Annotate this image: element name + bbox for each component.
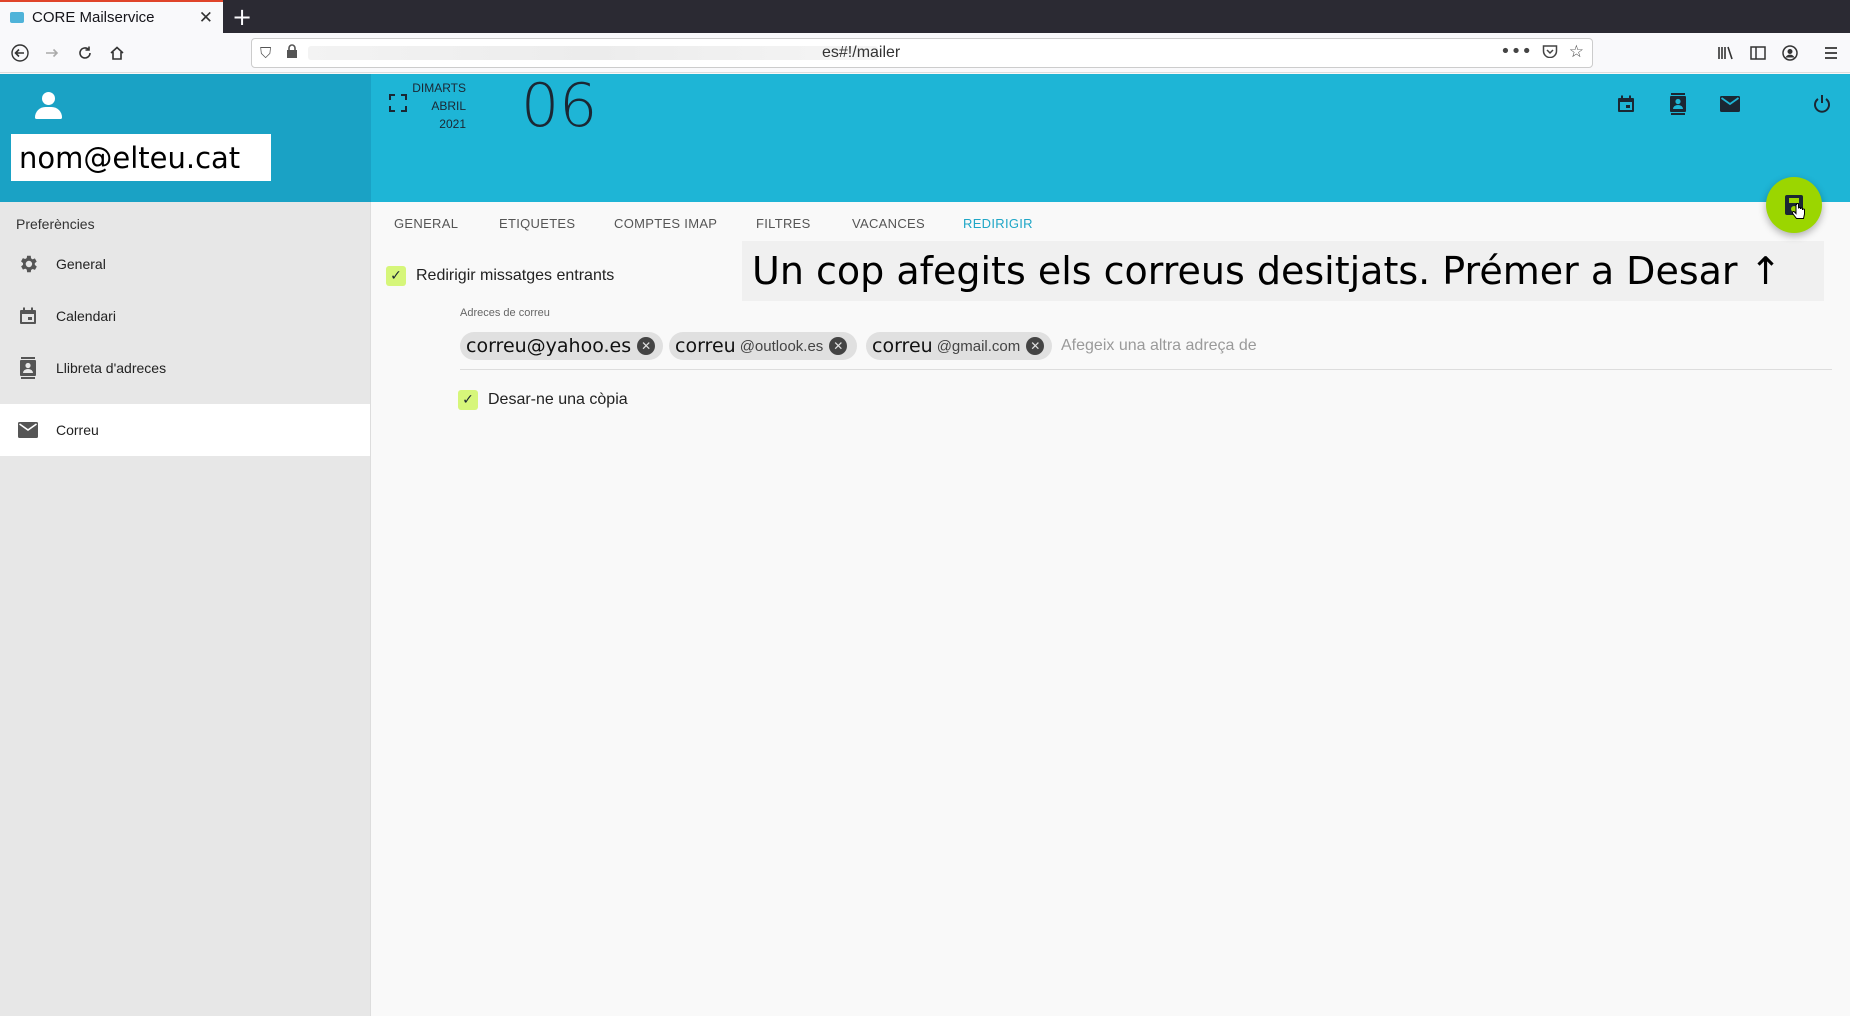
header-calendar-icon[interactable]	[1612, 90, 1640, 118]
sidebar-header: nom@elteu.cat	[0, 74, 371, 202]
sidebar-item-label: Llibreta d'adreces	[56, 360, 167, 376]
forward-enable-label: Redirigir missatges entrants	[416, 267, 615, 284]
tab-vacation[interactable]: VACANCES	[852, 216, 925, 231]
url-bar[interactable]: ⛉ es#!/mailer ••• ☆	[251, 38, 1593, 68]
forward-enable-checkbox[interactable]: ✓	[386, 266, 406, 286]
sidebar-item-calendar[interactable]: Calendari	[0, 290, 370, 342]
app-root: CORE Mailservice ✕ + ⛉ es#!/mailer ••• ☆…	[0, 0, 1850, 1016]
power-icon[interactable]	[1808, 90, 1836, 118]
gear-icon	[16, 252, 40, 276]
tab-forward[interactable]: REDIRIGIR	[963, 216, 1033, 231]
sidebar-item-label: Correu	[56, 422, 99, 438]
user-icon	[34, 92, 62, 120]
remove-chip-icon[interactable]: ✕	[637, 337, 656, 355]
back-icon[interactable]	[6, 39, 34, 67]
contacts-icon	[16, 356, 40, 380]
addresses-field-label: Adreces de correu	[460, 307, 550, 319]
header-contacts-icon[interactable]	[1664, 90, 1692, 118]
sidebar-item-general[interactable]: General	[0, 238, 370, 290]
hand-cursor-icon	[1792, 203, 1805, 219]
tab-general[interactable]: GENERAL	[394, 216, 458, 231]
sidebar-item-address-book[interactable]: Llibreta d'adreces	[0, 342, 370, 394]
date-day-number: 06	[521, 71, 598, 141]
address-chip: correu @gmail.com ✕	[866, 332, 1052, 360]
instruction-text: Un cop afegits els correus desitjats. Pr…	[752, 249, 1782, 293]
pocket-icon[interactable]	[1542, 44, 1558, 62]
remove-chip-icon[interactable]: ✕	[1026, 337, 1045, 355]
sidebar-item-label: General	[56, 256, 106, 272]
reload-icon[interactable]	[71, 39, 99, 67]
new-tab-icon[interactable]: +	[232, 3, 252, 31]
sidebar-toggle-icon[interactable]	[1744, 39, 1772, 67]
url-text: es#!/mailer	[822, 44, 901, 61]
address-chip-domain: @outlook.es	[739, 337, 824, 355]
date-weekday: DIMARTS	[412, 81, 466, 95]
home-icon[interactable]	[103, 39, 131, 67]
tab-filters[interactable]: FILTRES	[756, 216, 811, 231]
browser-tab-strip: CORE Mailservice ✕ +	[0, 0, 1850, 33]
close-tab-icon[interactable]: ✕	[199, 8, 213, 28]
browser-navbar: ⛉ es#!/mailer ••• ☆	[0, 33, 1850, 73]
address-chip: correu @outlook.es ✕	[669, 332, 857, 360]
instruction-banner: Un cop afegits els correus desitjats. Pr…	[742, 241, 1824, 301]
address-chip-text: correu	[872, 335, 933, 357]
mail-icon	[16, 418, 40, 442]
page-actions-icon[interactable]: •••	[1500, 41, 1532, 62]
menu-icon[interactable]	[1817, 39, 1845, 67]
tracking-shield-icon[interactable]: ⛉	[260, 44, 271, 62]
library-icon[interactable]	[1712, 39, 1740, 67]
forward-icon[interactable]	[38, 39, 66, 67]
lock-icon[interactable]	[286, 44, 298, 62]
header-mail-icon[interactable]	[1716, 90, 1744, 118]
user-email: nom@elteu.cat	[11, 134, 271, 181]
mail-favicon-icon	[10, 12, 24, 23]
calendar-icon	[16, 304, 40, 328]
date-text: DIMARTS ABRIL 2021	[411, 79, 466, 133]
browser-tab[interactable]: CORE Mailservice ✕	[0, 0, 223, 33]
add-address-input[interactable]: Afegeix una altra adreça de	[1061, 337, 1257, 355]
account-icon[interactable]	[1776, 39, 1804, 67]
keep-copy-label: Desar-ne una còpia	[488, 391, 628, 408]
tab-imap-accounts[interactable]: COMPTES IMAP	[614, 216, 717, 231]
remove-chip-icon[interactable]: ✕	[829, 337, 848, 355]
sidebar-item-mail[interactable]: Correu	[0, 404, 370, 456]
url-redacted	[308, 46, 878, 60]
date-year: 2021	[439, 117, 466, 131]
bookmark-star-icon[interactable]: ☆	[1569, 42, 1584, 62]
keep-copy-checkbox[interactable]: ✓	[458, 390, 478, 410]
preferences-sidebar: Preferències General Calendari Llibreta …	[0, 202, 371, 1016]
address-chip: correu@yahoo.es ✕	[460, 332, 663, 360]
tab-labels[interactable]: ETIQUETES	[499, 216, 575, 231]
address-chip-text: correu@yahoo.es	[466, 335, 632, 357]
main-header: DIMARTS ABRIL 2021 06	[371, 71, 1850, 202]
preferences-title: Preferències	[16, 216, 95, 232]
sidebar-item-label: Calendari	[56, 308, 116, 324]
address-field-underline	[460, 369, 1832, 370]
browser-tab-title: CORE Mailservice	[32, 9, 155, 26]
date-month: ABRIL	[431, 99, 466, 113]
fullscreen-icon[interactable]	[389, 94, 407, 112]
address-chip-domain: @gmail.com	[936, 337, 1021, 355]
address-chip-text: correu	[675, 335, 736, 357]
